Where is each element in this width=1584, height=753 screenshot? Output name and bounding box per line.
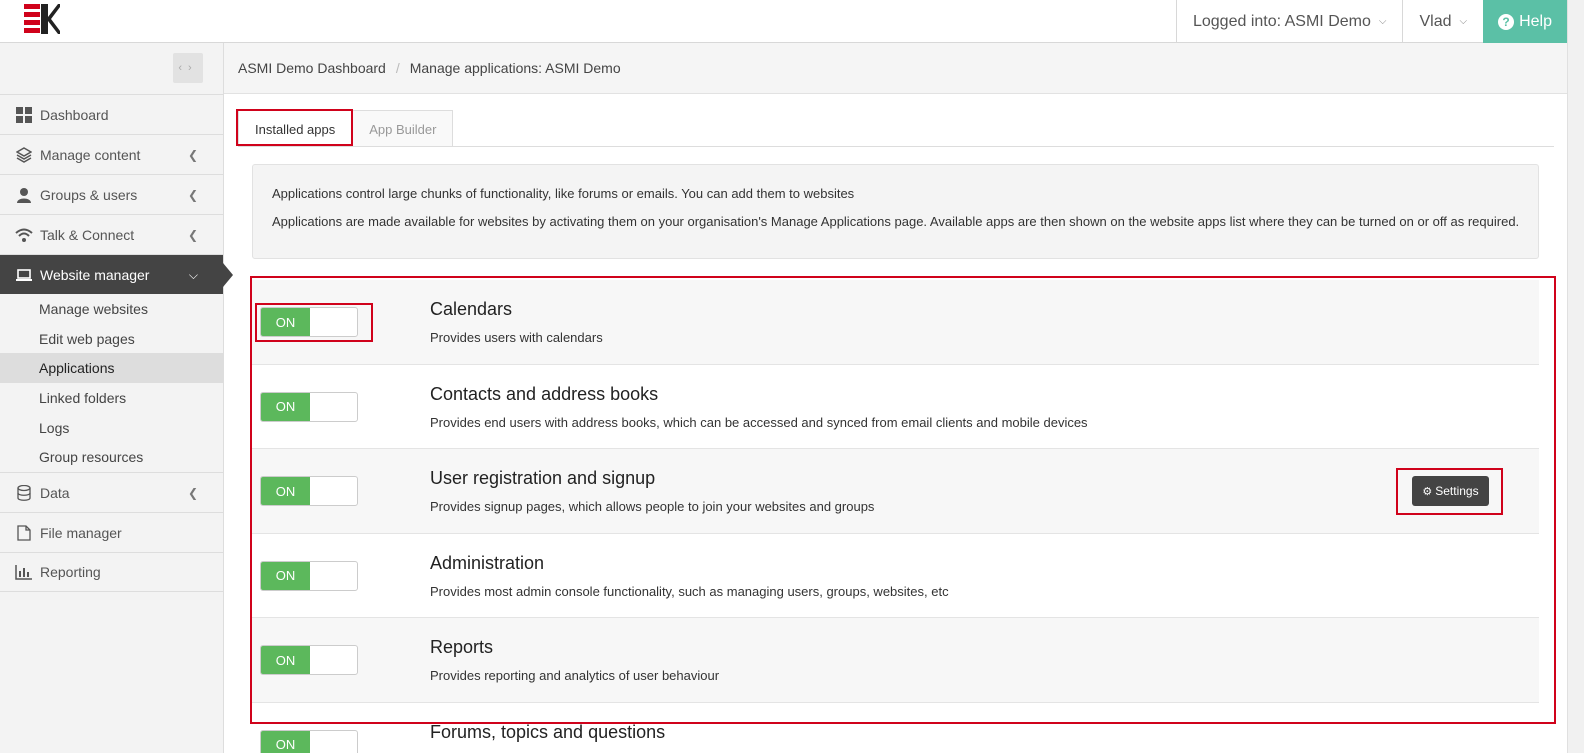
- chevron-left-icon: ‹: [178, 62, 188, 74]
- app-description: Provides end users with address books, w…: [430, 414, 1088, 430]
- app-description: Provides users with calendars: [430, 330, 603, 345]
- sidebar-subitem-linked-folders[interactable]: Linked folders: [0, 383, 223, 413]
- app-row-calendars: ON Calendars Provides users with calenda…: [252, 280, 1539, 365]
- scrollbar[interactable]: [1567, 0, 1584, 753]
- sidebar-item-label: Manage content: [40, 146, 141, 163]
- sidebar-item-label: Data: [40, 484, 70, 501]
- app-title: Contacts and address books: [430, 383, 659, 404]
- user-name: Vlad: [1419, 12, 1452, 30]
- tab-app-builder[interactable]: App Builder: [352, 110, 454, 147]
- tab-installed-apps[interactable]: Installed apps: [238, 110, 353, 147]
- logged-into-label: Logged into: ASMI Demo: [1192, 12, 1371, 30]
- app-row-reports: ON Reports Provides reporting and analyt…: [252, 618, 1539, 703]
- sidebar-item-manage-content[interactable]: Manage content ❮: [0, 134, 223, 174]
- chevron-left-icon: ❮: [187, 188, 198, 202]
- app-description: Provides signup pages, which allows peop…: [430, 499, 875, 514]
- question-circle-icon: ?: [1498, 13, 1515, 30]
- app-row-forums: ON Forums, topics and questions: [252, 702, 1539, 753]
- sidebar-item-website-manager[interactable]: Website manager ⌵: [0, 254, 233, 294]
- toggle-on-state: ON: [261, 308, 310, 336]
- sidebar-subitem-applications[interactable]: Applications: [0, 353, 223, 384]
- toggle-on-state: ON: [261, 561, 310, 590]
- file-icon: [15, 524, 33, 542]
- sidebar-item-label: File manager: [40, 524, 122, 541]
- sidebar-item-label: Website manager: [40, 266, 150, 283]
- app-title: Administration: [430, 552, 545, 573]
- app-toggle[interactable]: ON: [260, 307, 358, 337]
- sidebar-item-label: Groups & users: [40, 186, 138, 203]
- user-icon: [15, 186, 33, 204]
- app-description: Provides most admin console functionalit…: [430, 583, 949, 599]
- breadcrumb: ASMI Demo Dashboard / Manage application…: [224, 43, 1567, 94]
- chevron-left-icon: ❮: [187, 486, 198, 501]
- toggle-on-state: ON: [261, 730, 310, 753]
- top-bar: Logged into: ASMI Demo ⌵ Vlad ⌵ ? Help: [0, 0, 1584, 43]
- sidebar-item-reporting[interactable]: Reporting: [0, 552, 223, 593]
- bar-chart-icon: [15, 563, 33, 581]
- sidebar-nav: Dashboard Manage content ❮ Groups & user…: [0, 94, 233, 593]
- database-icon: [15, 484, 33, 502]
- app-row-contacts: ON Contacts and address books Provides e…: [252, 364, 1539, 449]
- help-button[interactable]: ? Help: [1483, 0, 1567, 43]
- chevron-down-icon: ⌵: [1378, 16, 1387, 27]
- info-panel: Applications control large chunks of fun…: [252, 164, 1539, 259]
- chevron-right-icon: ›: [188, 62, 198, 74]
- app-toggle[interactable]: ON: [260, 645, 358, 675]
- sidebar-item-label: Dashboard: [40, 106, 109, 123]
- sidebar-subitem-group-resources[interactable]: Group resources: [0, 442, 223, 472]
- app-description: Provides reporting and analytics of user…: [430, 668, 720, 683]
- sidebar-item-dashboard[interactable]: Dashboard: [0, 94, 223, 134]
- settings-label: Settings: [1435, 484, 1479, 498]
- app-list: ON Calendars Provides users with calenda…: [252, 280, 1539, 753]
- chevron-left-icon: ❮: [187, 228, 198, 242]
- app-toggle[interactable]: ON: [260, 391, 358, 422]
- app-toggle[interactable]: ON: [260, 560, 358, 591]
- app-title: User registration and signup: [430, 468, 656, 488]
- wifi-icon: [15, 226, 33, 244]
- app-title: Calendars: [430, 299, 513, 319]
- app-row-administration: ON Administration Provides most admin co…: [252, 533, 1539, 618]
- sidebar-item-label: Talk & Connect: [40, 226, 135, 243]
- chevron-down-icon: ⌵: [188, 268, 198, 282]
- app-title: Forums, topics and questions: [430, 721, 666, 742]
- toggle-on-state: ON: [261, 477, 310, 505]
- help-label: Help: [1519, 12, 1552, 30]
- user-menu[interactable]: Vlad ⌵: [1402, 0, 1483, 43]
- tab-divider: [238, 146, 1554, 147]
- organisation-switcher[interactable]: Logged into: ASMI Demo ⌵: [1175, 0, 1402, 43]
- dashboard-grid-icon: [15, 106, 33, 124]
- sidebar-collapse-toggle[interactable]: ‹ ›: [173, 53, 203, 83]
- website-manager-submenu: Manage websites Edit web pages Applicati…: [0, 294, 223, 472]
- settings-button[interactable]: ⚙ Settings: [1412, 476, 1489, 506]
- chevron-left-icon: ❮: [187, 148, 198, 162]
- sidebar-item-file-manager[interactable]: File manager: [0, 512, 223, 552]
- sidebar-subitem-edit-web-pages[interactable]: Edit web pages: [0, 324, 223, 354]
- info-text: Applications control large chunks of fun…: [272, 186, 855, 201]
- app-toggle[interactable]: ON: [260, 729, 358, 753]
- sidebar-subitem-manage-websites[interactable]: Manage websites: [0, 294, 223, 324]
- sidebar-subitem-logs[interactable]: Logs: [0, 413, 223, 443]
- logo[interactable]: [24, 4, 60, 34]
- tab-bar: Installed apps App Builder: [238, 110, 454, 147]
- chevron-down-icon: ⌵: [1459, 16, 1468, 27]
- breadcrumb-separator: /: [395, 60, 400, 76]
- laptop-icon: [15, 266, 33, 284]
- app-row-user-registration: ON User registration and signup Provides…: [252, 449, 1539, 534]
- sidebar-item-groups-users[interactable]: Groups & users ❮: [0, 174, 223, 214]
- gear-icon: ⚙: [1422, 485, 1433, 498]
- app-title: Reports: [430, 637, 494, 657]
- app-toggle[interactable]: ON: [260, 476, 358, 506]
- toggle-on-state: ON: [261, 646, 310, 674]
- toggle-on-state: ON: [261, 392, 310, 421]
- info-text: Applications are made available for webs…: [272, 214, 1520, 229]
- breadcrumb-current: Manage applications: ASMI Demo: [409, 60, 621, 76]
- layers-icon: [15, 146, 33, 164]
- breadcrumb-link-dashboard[interactable]: ASMI Demo Dashboard: [238, 60, 386, 76]
- sidebar-item-label: Reporting: [40, 564, 101, 581]
- top-nav: Logged into: ASMI Demo ⌵ Vlad ⌵ ? Help: [1175, 0, 1567, 43]
- sidebar-item-data[interactable]: Data ❮: [0, 472, 223, 512]
- sidebar-item-talk-connect[interactable]: Talk & Connect ❮: [0, 214, 223, 254]
- sidebar: ‹ › Dashboard Manage content ❮ Groups & u…: [0, 43, 233, 753]
